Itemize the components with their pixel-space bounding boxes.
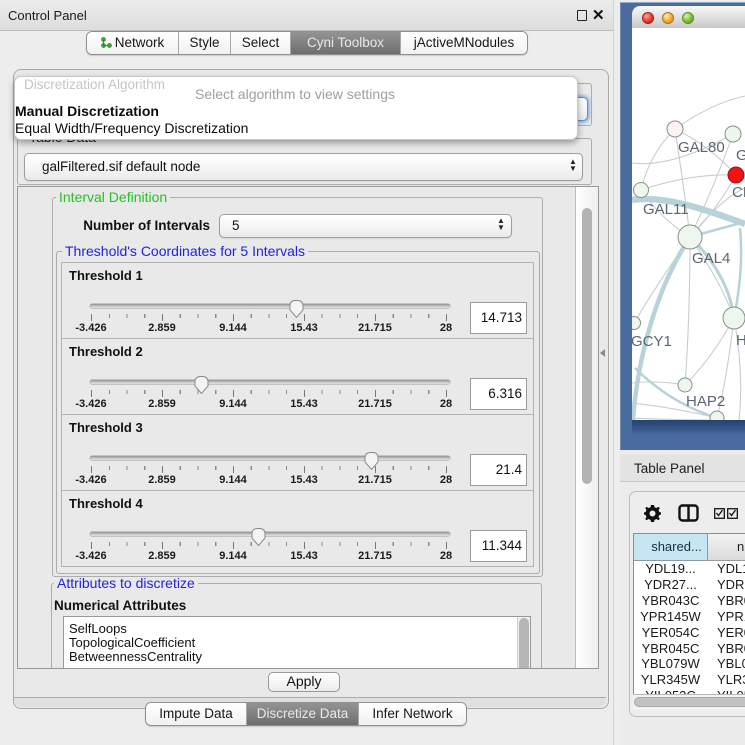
svg-text:GCY1: GCY1	[632, 333, 672, 350]
svg-text:CR: CR	[732, 184, 745, 201]
svg-text:GAL11: GAL11	[643, 201, 689, 218]
svg-text:HAP2: HAP2	[686, 393, 725, 410]
svg-text:GAL4: GAL4	[692, 250, 730, 267]
svg-text:HI: HI	[736, 332, 745, 349]
svg-text:GAL80: GAL80	[678, 139, 725, 156]
svg-text:GA: GA	[736, 147, 745, 164]
